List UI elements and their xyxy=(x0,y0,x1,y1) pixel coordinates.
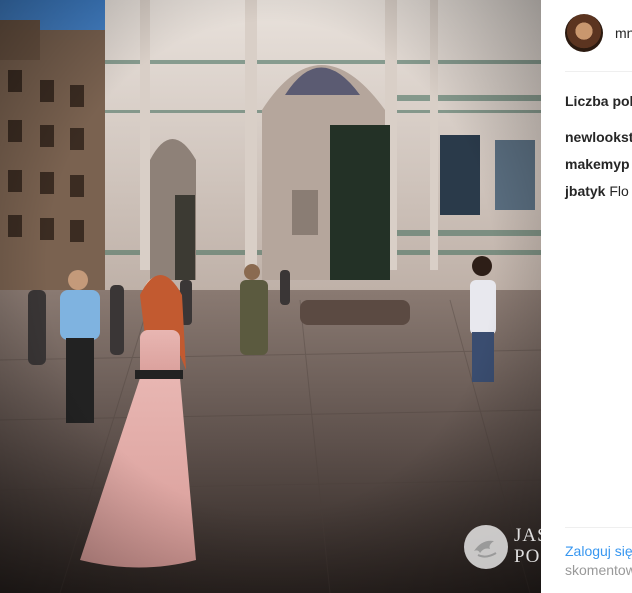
post-sidebar: mn Liczba pol newlookst makemyp jbatyk F… xyxy=(541,0,632,593)
comment-item: newlookst xyxy=(565,128,632,155)
comment-username[interactable]: jbatyk xyxy=(565,183,605,199)
watermark-line-1: JAS xyxy=(514,525,541,546)
watermark-line-2: PO xyxy=(514,546,541,567)
divider xyxy=(565,71,632,72)
comment-username[interactable]: makemyp xyxy=(565,156,630,172)
comment-username[interactable]: newlookst xyxy=(565,129,632,145)
photo-scene xyxy=(0,0,541,593)
comment-item: jbatyk Flo xyxy=(565,182,632,209)
post-photo[interactable]: JAS PO xyxy=(0,0,541,593)
username-link[interactable]: mn xyxy=(615,25,632,41)
likes-count[interactable]: Liczba pol xyxy=(565,93,632,109)
comment-text: Flo xyxy=(609,183,629,199)
post-header: mn xyxy=(565,14,632,54)
divider xyxy=(565,527,632,528)
watermark: JAS PO xyxy=(464,523,541,571)
login-prompt-text: skomentow xyxy=(565,562,632,578)
comments-list: newlookst makemyp jbatyk Flo xyxy=(565,128,632,209)
comment-item: makemyp xyxy=(565,155,632,182)
bird-logo-icon xyxy=(464,525,508,569)
avatar[interactable] xyxy=(565,14,603,52)
login-link[interactable]: Zaloguj się xyxy=(565,543,632,559)
watermark-text: JAS PO xyxy=(514,525,541,567)
